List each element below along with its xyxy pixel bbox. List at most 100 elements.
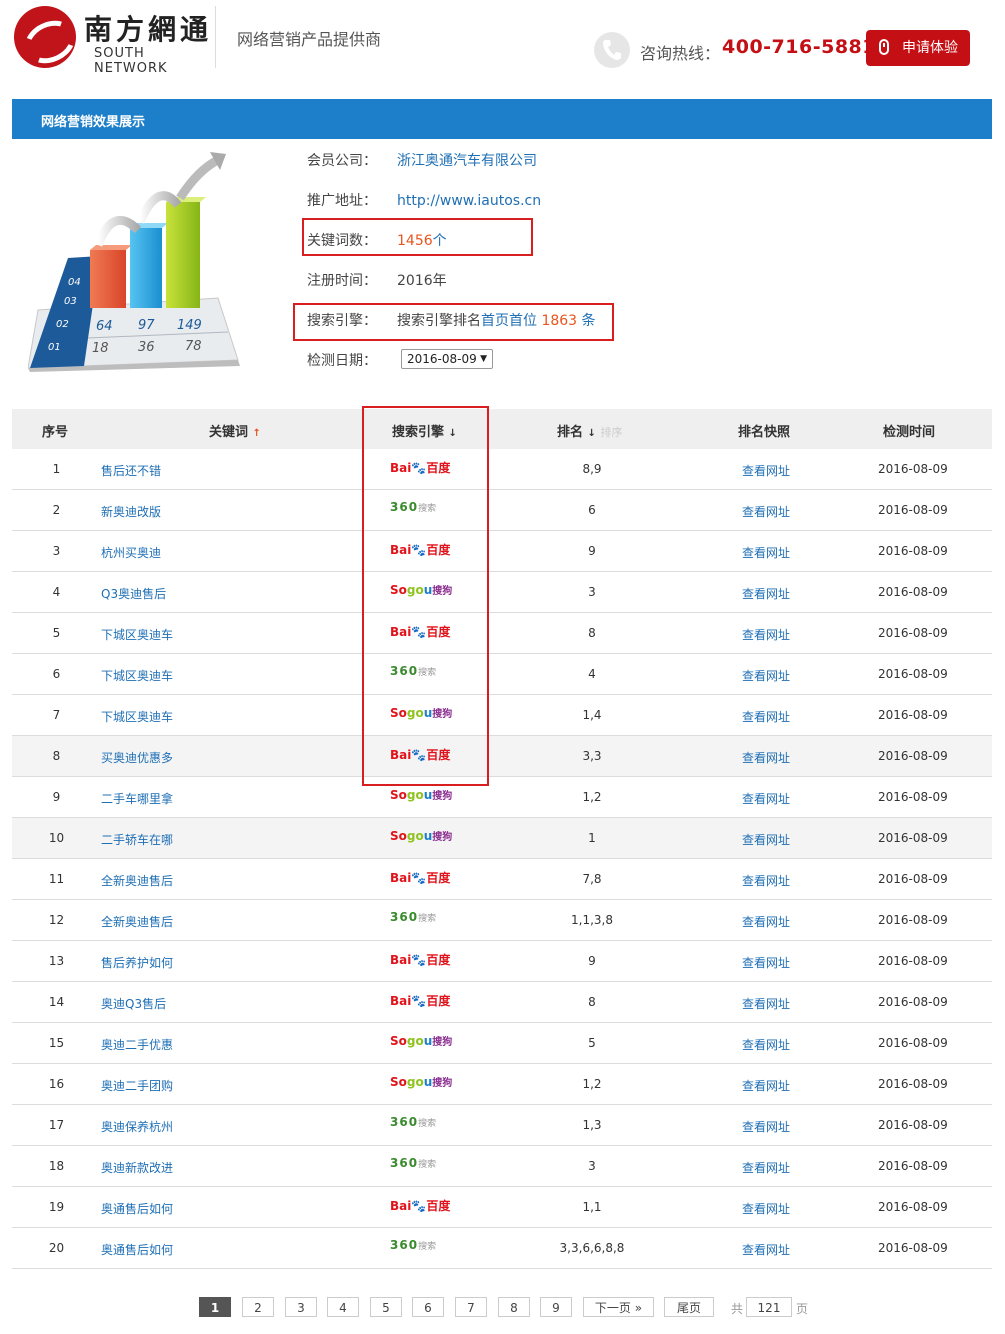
cell-snapshot-link[interactable]: 查看网址	[742, 708, 790, 725]
cell-snapshot-link[interactable]: 查看网址	[742, 749, 790, 766]
cell-snapshot-link[interactable]: 查看网址	[742, 831, 790, 848]
360-logo-part1: 360	[390, 1238, 419, 1252]
cell-time: 2016-08-09	[878, 913, 948, 927]
cell-keyword[interactable]: 奥迪二手团购	[101, 1077, 173, 1094]
cell-snapshot-link[interactable]: 查看网址	[742, 790, 790, 807]
cell-no: 2	[52, 503, 61, 517]
header-no: 序号	[42, 425, 69, 440]
header-rank-label: 排名	[557, 425, 584, 440]
360-logo-part2: 搜索	[418, 1160, 437, 1170]
cell-rank: 4	[588, 667, 596, 681]
page-1-button[interactable]: 1	[199, 1297, 231, 1317]
sort-down-icon: ↓	[587, 428, 596, 439]
360-logo-part2: 搜索	[418, 914, 437, 924]
cell-keyword[interactable]: 全新奥迪售后	[101, 872, 173, 889]
cell-rank: 8	[588, 626, 596, 640]
360-logo-part1: 360	[390, 1156, 419, 1170]
logo[interactable]: 南方網通 SOUTH NETWORK	[14, 4, 214, 76]
sogou-logo-part3: u	[423, 788, 433, 802]
cell-snapshot-link[interactable]: 查看网址	[742, 995, 790, 1012]
page-4-button[interactable]: 4	[327, 1297, 359, 1317]
cell-snapshot-link[interactable]: 查看网址	[742, 913, 790, 930]
info-company-row: 会员公司： 浙江奥通汽车有限公司	[307, 150, 537, 170]
header-rank-sort[interactable]: 排序	[600, 426, 622, 439]
page-2-button[interactable]: 2	[242, 1297, 274, 1317]
cell-keyword[interactable]: 售后养护如何	[101, 954, 173, 971]
apply-trial-button[interactable]: 申请体验	[866, 30, 970, 66]
cell-snapshot-link[interactable]: 查看网址	[742, 544, 790, 561]
illus-level-04: 04	[68, 277, 81, 288]
cell-keyword[interactable]: 奥迪新款改进	[101, 1159, 173, 1176]
cell-snapshot-link[interactable]: 查看网址	[742, 872, 790, 889]
cell-keyword[interactable]: 下城区奥迪车	[101, 708, 173, 725]
cell-snapshot-link[interactable]: 查看网址	[742, 626, 790, 643]
cell-snapshot-link[interactable]: 查看网址	[742, 1241, 790, 1258]
cell-snapshot-link[interactable]: 查看网址	[742, 667, 790, 684]
cell-keyword[interactable]: 奥通售后如何	[101, 1200, 173, 1217]
table-row: 5 下城区奥迪车 Bai🐾百度 8 查看网址 2016-08-09	[12, 613, 992, 654]
page-5-button[interactable]: 5	[370, 1297, 402, 1317]
sogou-logo-icon: Sogou搜狗	[390, 788, 452, 802]
sogou-logo-part2: go	[406, 1075, 424, 1089]
cell-time: 2016-08-09	[878, 872, 948, 886]
cell-engine: 360搜索	[390, 1115, 436, 1129]
baidu-logo-icon: Bai🐾百度	[390, 1199, 450, 1213]
cell-keyword[interactable]: 下城区奥迪车	[101, 667, 173, 684]
page-8-button[interactable]: 8	[498, 1297, 530, 1317]
cell-no: 16	[48, 1077, 65, 1091]
cell-snapshot-link[interactable]: 查看网址	[742, 585, 790, 602]
cell-engine: Bai🐾百度	[390, 992, 450, 1009]
hotline-number[interactable]: 400-716-5881	[722, 36, 876, 58]
cell-keyword[interactable]: 奥迪保养杭州	[101, 1118, 173, 1135]
sogou-logo-part3: u	[423, 1034, 433, 1048]
table-row: 12 全新奥迪售后 360搜索 1,1,3,8 查看网址 2016-08-09	[12, 900, 992, 941]
cell-time: 2016-08-09	[878, 954, 948, 968]
table-row: 3 杭州买奥迪 Bai🐾百度 9 查看网址 2016-08-09	[12, 531, 992, 572]
cell-keyword[interactable]: 售后还不错	[101, 462, 161, 479]
cell-keyword[interactable]: 新奥迪改版	[101, 503, 161, 520]
total-prefix: 共	[731, 1302, 744, 1316]
cell-keyword[interactable]: 下城区奥迪车	[101, 626, 173, 643]
cell-no: 1	[52, 462, 61, 476]
cell-keyword[interactable]: 买奥迪优惠多	[101, 749, 173, 766]
table-row: 18 奥迪新款改进 360搜索 3 查看网址 2016-08-09	[12, 1146, 992, 1187]
cell-snapshot-link[interactable]: 查看网址	[742, 503, 790, 520]
cell-snapshot-link[interactable]: 查看网址	[742, 1118, 790, 1135]
cell-snapshot-link[interactable]: 查看网址	[742, 1077, 790, 1094]
header-rank[interactable]: 排名 ↓ 排序	[557, 421, 622, 440]
cell-no: 5	[52, 626, 61, 640]
last-page-button[interactable]: 尾页	[664, 1297, 714, 1317]
cell-keyword[interactable]: Q3奥迪售后	[101, 585, 166, 602]
illus-top-value-2: 97	[138, 318, 155, 333]
cell-snapshot-link[interactable]: 查看网址	[742, 462, 790, 479]
header-time: 检测时间	[883, 425, 936, 440]
growth-chart-illustration: 04 03 02 01 64 97 149 18 36 78	[28, 152, 240, 372]
cell-no: 19	[48, 1200, 65, 1214]
cell-keyword[interactable]: 奥迪二手优惠	[101, 1036, 173, 1053]
table-row: 15 奥迪二手优惠 Sogou搜狗 5 查看网址 2016-08-09	[12, 1023, 992, 1064]
cell-keyword[interactable]: 奥通售后如何	[101, 1241, 173, 1258]
cell-keyword[interactable]: 二手车哪里拿	[101, 790, 173, 807]
cell-snapshot-link[interactable]: 查看网址	[742, 954, 790, 971]
page-3-button[interactable]: 3	[285, 1297, 317, 1317]
cell-snapshot-link[interactable]: 查看网址	[742, 1036, 790, 1053]
cell-keyword[interactable]: 二手轿车在哪	[101, 831, 173, 848]
table-row: 20 奥通售后如何 360搜索 3,3,6,6,8,8 查看网址 2016-08-09	[12, 1228, 992, 1269]
table-row: 17 奥迪保养杭州 360搜索 1,3 查看网址 2016-08-09	[12, 1105, 992, 1146]
page-9-button[interactable]: 9	[540, 1297, 572, 1317]
page-7-button[interactable]: 7	[455, 1297, 487, 1317]
cell-snapshot-link[interactable]: 查看网址	[742, 1159, 790, 1176]
cell-keyword[interactable]: 全新奥迪售后	[101, 913, 173, 930]
page-6-button[interactable]: 6	[412, 1297, 444, 1317]
cell-no: 9	[52, 790, 61, 804]
header-keyword[interactable]: 关键词 ↑	[209, 421, 261, 440]
date-select[interactable]: 2016-08-09 ▼	[401, 349, 493, 369]
table-row: 8 买奥迪优惠多 Bai🐾百度 3,3 查看网址 2016-08-09	[12, 736, 992, 777]
url-link[interactable]: http://www.iautos.cn	[397, 193, 541, 209]
cell-snapshot-link[interactable]: 查看网址	[742, 1200, 790, 1217]
table-row: 16 奥迪二手团购 Sogou搜狗 1,2 查看网址 2016-08-09	[12, 1064, 992, 1105]
next-page-button[interactable]: 下一页 »	[583, 1297, 654, 1317]
cell-keyword[interactable]: 奥迪Q3售后	[101, 995, 166, 1012]
cell-keyword[interactable]: 杭州买奥迪	[101, 544, 161, 561]
table-row: 9 二手车哪里拿 Sogou搜狗 1,2 查看网址 2016-08-09	[12, 777, 992, 818]
